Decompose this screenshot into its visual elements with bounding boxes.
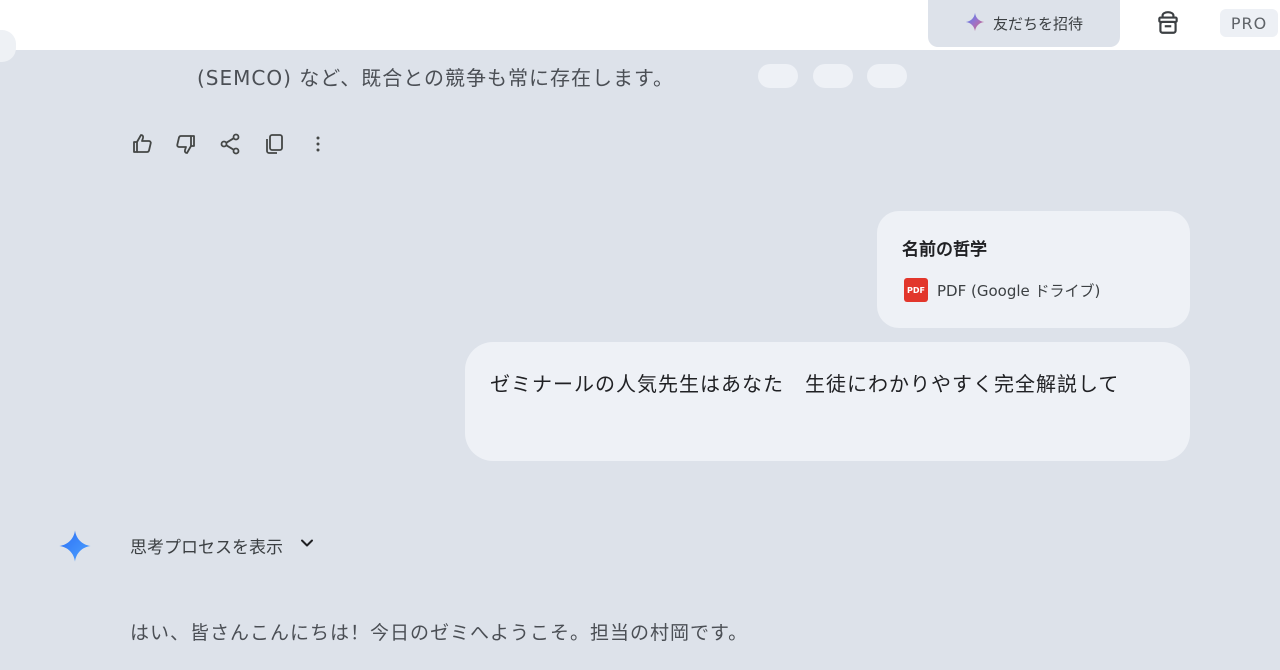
invite-label: 友だちを招待: [992, 15, 1083, 33]
attachment-type: PDF (Google ドライブ): [937, 282, 1101, 300]
previous-message-text: (SEMCO) など、既合との競争も常に存在します。: [197, 66, 675, 90]
chat-page: 友だちを招待 PRO (SEMCO) など、既合との競争も常に存在します。 名前…: [0, 0, 1280, 670]
pro-badge[interactable]: PRO: [1220, 9, 1278, 37]
citation-chip[interactable]: [867, 64, 907, 88]
pdf-icon: PDF: [904, 278, 928, 302]
more-vert-icon[interactable]: [304, 130, 332, 158]
attachment-card[interactable]: 名前の哲学 PDF PDF (Google ドライブ): [877, 211, 1190, 328]
gemini-spark-icon: [58, 529, 92, 563]
user-message-bubble: ゼミナールの人気先生はあなた 生徒にわかりやすく完全解説して: [465, 342, 1190, 461]
thumbs-up-icon[interactable]: [128, 130, 156, 158]
citation-chip[interactable]: [813, 64, 853, 88]
user-message-text: ゼミナールの人気先生はあなた 生徒にわかりやすく完全解説して: [490, 372, 1120, 396]
thumbs-down-icon[interactable]: [172, 130, 200, 158]
citation-chip[interactable]: [758, 64, 798, 88]
chevron-down-icon: [297, 533, 317, 557]
sparkle-icon: [965, 12, 985, 36]
response-text: はい、皆さんこんにちは！今日のゼミへようこそ。担当の村岡です。: [130, 622, 749, 644]
copy-icon[interactable]: [260, 130, 288, 158]
previous-message-fragment: (SEMCO) など、既合との競争も常に存在します。: [197, 56, 917, 96]
show-thinking-toggle[interactable]: 思考プロセスを表示: [130, 533, 317, 558]
invite-friends-button[interactable]: 友だちを招待: [928, 0, 1120, 47]
attachment-title: 名前の哲学: [902, 240, 987, 260]
thinking-label: 思考プロセスを表示: [130, 537, 283, 558]
shopping-bag-icon[interactable]: [1154, 9, 1182, 37]
response-actions: [128, 130, 348, 158]
share-icon[interactable]: [216, 130, 244, 158]
